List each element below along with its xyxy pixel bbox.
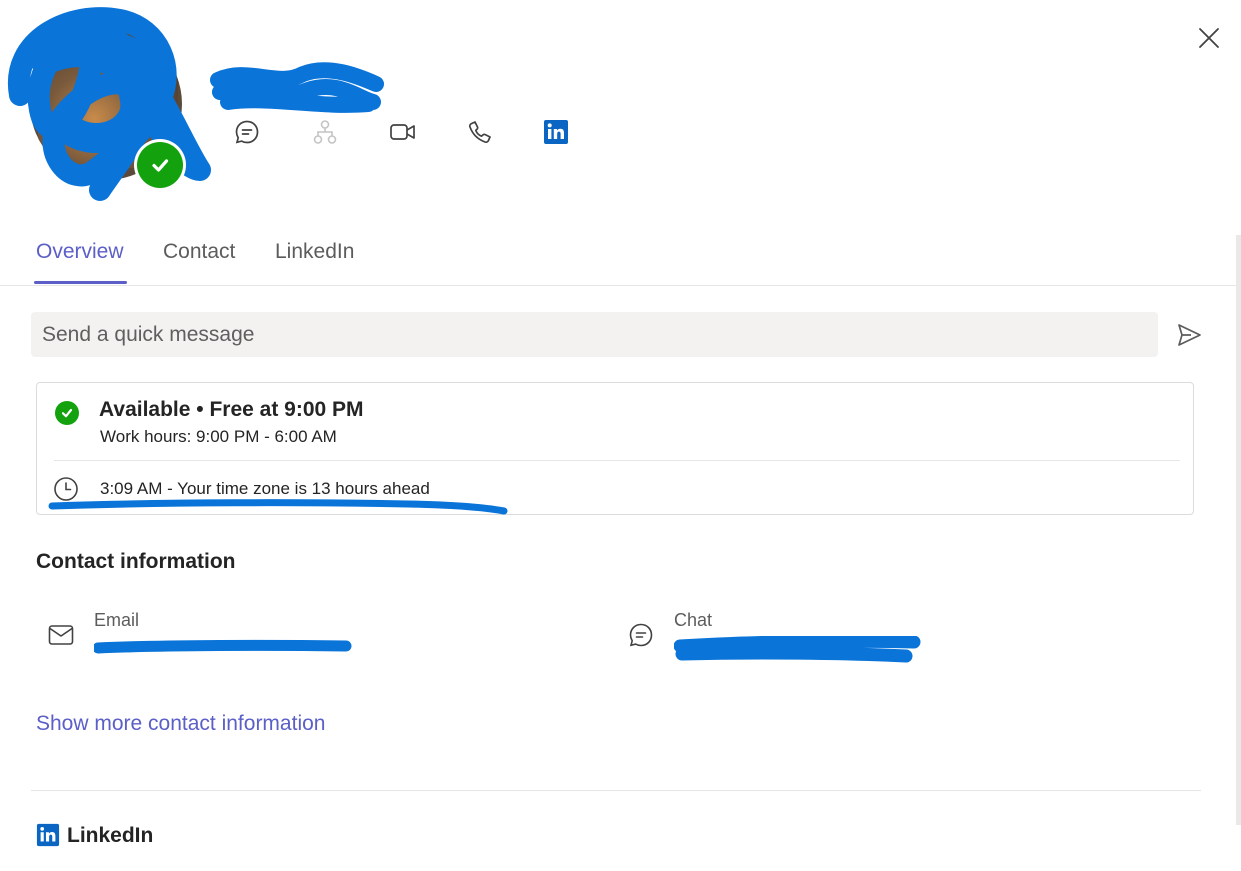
tab-overview[interactable]: Overview bbox=[36, 240, 124, 284]
mail-icon bbox=[48, 625, 74, 645]
email-value-redacted[interactable] bbox=[94, 636, 354, 660]
video-call-action-button[interactable] bbox=[385, 114, 421, 150]
underline-annotation bbox=[48, 499, 508, 515]
available-status-icon bbox=[55, 401, 79, 425]
presence-badge bbox=[134, 139, 186, 191]
show-more-contact-link[interactable]: Show more contact information bbox=[36, 712, 325, 736]
org-chart-icon bbox=[313, 120, 337, 144]
scrollbar[interactable] bbox=[1236, 235, 1241, 825]
work-hours: Work hours: 9:00 PM - 6:00 AM bbox=[100, 427, 337, 446]
chat-action-button[interactable] bbox=[229, 114, 265, 150]
linkedin-icon bbox=[544, 120, 568, 144]
linkedin-action-button[interactable] bbox=[538, 114, 574, 150]
phone-action-button[interactable] bbox=[462, 114, 498, 150]
quick-message-input[interactable] bbox=[31, 312, 1158, 357]
video-call-icon bbox=[390, 124, 415, 140]
phone-icon bbox=[468, 121, 491, 144]
send-button[interactable] bbox=[1172, 318, 1206, 352]
send-icon bbox=[1178, 324, 1201, 346]
section-divider bbox=[31, 790, 1201, 791]
contact-info-heading: Contact information bbox=[36, 550, 236, 573]
tab-contact[interactable]: Contact bbox=[163, 240, 235, 284]
org-chart-action-button[interactable] bbox=[307, 114, 343, 150]
linkedin-section-heading: LinkedIn bbox=[67, 824, 154, 847]
profile-name-redacted bbox=[208, 58, 384, 116]
availability-status: Available • Free at 9:00 PM bbox=[99, 398, 364, 421]
availability-divider bbox=[54, 460, 1180, 461]
available-check-icon bbox=[152, 159, 169, 172]
chat-icon bbox=[235, 120, 259, 144]
tabs-divider bbox=[0, 285, 1241, 286]
linkedin-icon bbox=[36, 823, 60, 847]
chat-icon bbox=[629, 623, 653, 647]
email-label: Email bbox=[94, 610, 140, 630]
tab-linkedin[interactable]: LinkedIn bbox=[275, 240, 354, 284]
chat-label: Chat bbox=[674, 610, 713, 630]
close-button[interactable] bbox=[1193, 22, 1225, 54]
local-time-info: 3:09 AM - Your time zone is 13 hours ahe… bbox=[100, 479, 430, 498]
chat-value-redacted[interactable] bbox=[674, 636, 924, 666]
close-icon bbox=[1199, 28, 1219, 48]
active-tab-indicator bbox=[34, 281, 127, 284]
